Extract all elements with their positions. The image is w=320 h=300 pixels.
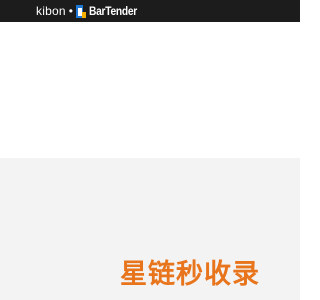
- top-header-bar: kibon • BarTender: [0, 0, 300, 22]
- kibon-brand-text: kibon: [36, 4, 66, 18]
- bartender-logo-icon: [75, 4, 86, 18]
- brand-logo[interactable]: kibon • BarTender: [36, 0, 145, 22]
- watermark-text: 星链秒收录: [120, 259, 260, 290]
- page: kibon • BarTender 星链秒收录: [0, 0, 300, 300]
- brand-separator: •: [68, 4, 73, 18]
- bartender-brand-text: BarTender: [88, 4, 137, 18]
- content-area: [0, 22, 300, 158]
